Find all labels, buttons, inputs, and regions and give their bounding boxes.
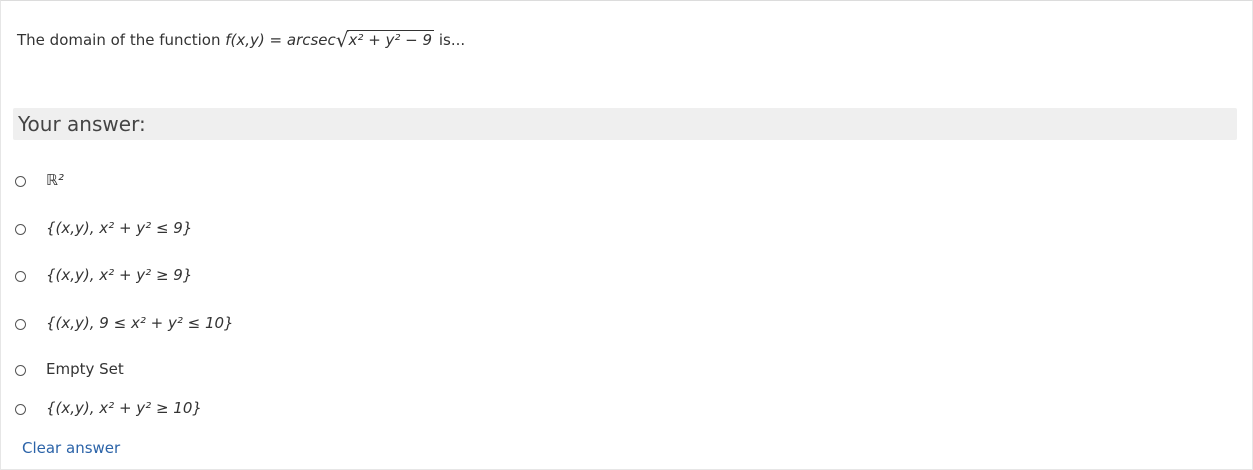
function-expression: f(x,y) = arcsec√x² + y² − 9 <box>225 28 435 52</box>
answer-label: Your answer: <box>18 112 146 136</box>
radio-button[interactable] <box>15 318 26 330</box>
option-r2[interactable]: ℝ² <box>15 169 64 191</box>
option-outside-r10[interactable]: {(x,y), x² + y² ≥ 10} <box>15 397 202 419</box>
option-outside-disk[interactable]: {(x,y), x² + y² ≥ 9} <box>15 264 192 286</box>
answer-header: Your answer: <box>13 108 1237 140</box>
option-annulus[interactable]: {(x,y), 9 ≤ x² + y² ≤ 10} <box>15 312 234 334</box>
radio-button[interactable] <box>15 403 26 415</box>
clear-answer-link[interactable]: Clear answer <box>22 438 120 458</box>
radio-button[interactable] <box>15 175 26 187</box>
question-text: The domain of the function f(x,y) = arcs… <box>17 29 465 51</box>
option-label: {(x,y), x² + y² ≤ 9} <box>46 219 193 237</box>
question-card: The domain of the function f(x,y) = arcs… <box>0 0 1253 470</box>
option-empty-set[interactable]: Empty Set <box>15 358 124 380</box>
function-name: f(x,y) = arcsec <box>225 31 336 49</box>
radicand: x² + y² − 9 <box>346 30 435 49</box>
option-label: {(x,y), 9 ≤ x² + y² ≤ 10} <box>46 314 234 332</box>
square-root: √x² + y² − 9 <box>335 28 435 52</box>
option-label: Empty Set <box>46 360 124 378</box>
radio-button[interactable] <box>15 364 26 376</box>
option-label: {(x,y), x² + y² ≥ 9} <box>46 266 193 284</box>
radio-button[interactable] <box>15 223 26 235</box>
option-inside-disk[interactable]: {(x,y), x² + y² ≤ 9} <box>15 217 192 239</box>
option-label: ℝ² <box>46 171 64 189</box>
question-prefix: The domain of the function <box>17 31 226 49</box>
radio-button[interactable] <box>15 270 26 282</box>
option-label: {(x,y), x² + y² ≥ 10} <box>46 399 202 417</box>
question-suffix: is... <box>434 31 466 49</box>
